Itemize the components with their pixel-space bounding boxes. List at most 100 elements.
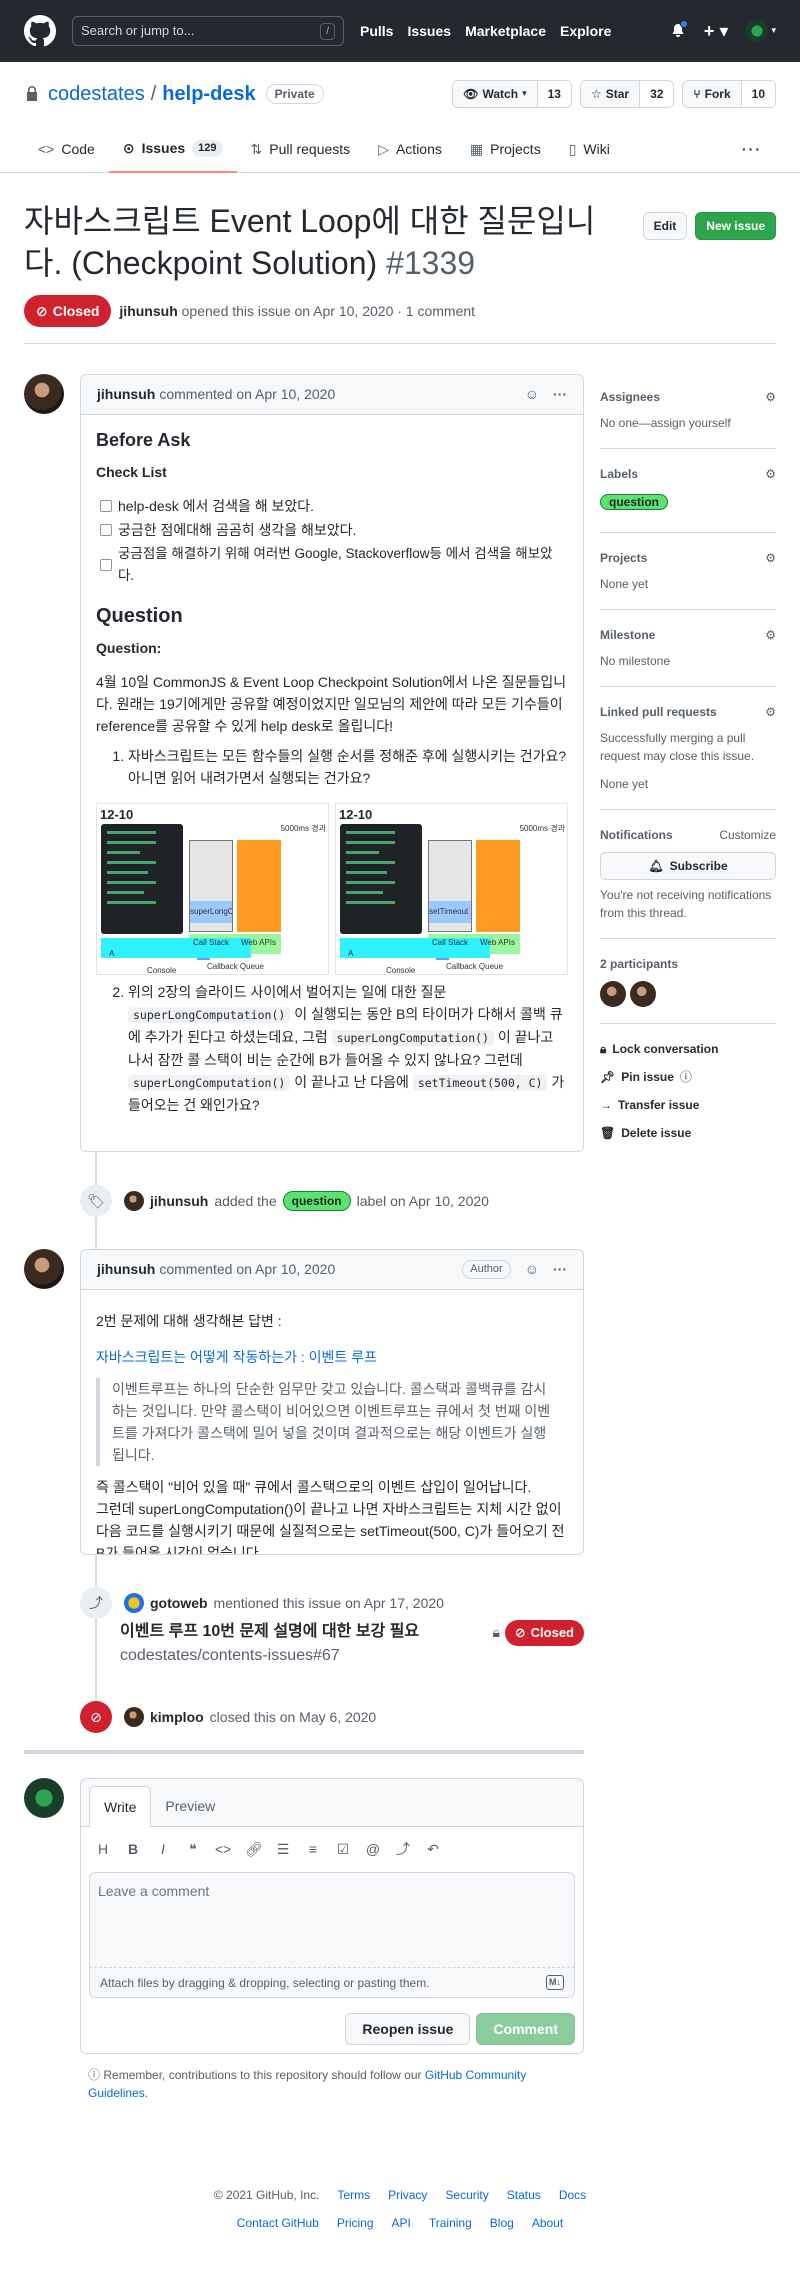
edit-button[interactable]: Edit — [642, 212, 688, 240]
tab-projects[interactable]: ▦ Projects — [456, 126, 555, 173]
heading-icon[interactable]: H — [95, 1839, 111, 1860]
star-button[interactable]: ☆ Star 32 — [579, 80, 675, 108]
fork-count[interactable]: 10 — [741, 81, 775, 107]
github-logo-icon[interactable] — [24, 15, 56, 47]
attach-files-bar[interactable]: Attach files by dragging & dropping, sel… — [89, 1968, 575, 1998]
linked-prs-heading[interactable]: Linked pull requests — [600, 703, 717, 721]
watch-button[interactable]: 👁 Watch ▾ 13 — [452, 80, 572, 108]
pin-issue-link[interactable]: 📌︎ Pin issue ⓘ — [600, 1068, 776, 1086]
projects-heading[interactable]: Projects — [600, 549, 647, 567]
task-list-icon[interactable]: ☑ — [335, 1839, 351, 1860]
assignees-heading[interactable]: Assignees — [600, 388, 660, 406]
gear-icon[interactable]: ⚙ — [765, 626, 776, 644]
code-icon[interactable]: <> — [215, 1839, 231, 1860]
task-text: 궁금한 점에대해 곰곰히 생각을 해보았다. — [118, 522, 357, 538]
event-actor[interactable]: gotoweb — [150, 1593, 208, 1614]
tab-preview[interactable]: Preview — [151, 1786, 229, 1826]
avatar[interactable] — [630, 981, 656, 1007]
gear-icon[interactable]: ⚙ — [765, 549, 776, 567]
smiley-icon[interactable]: ☺ — [525, 384, 539, 405]
footer-link-security[interactable]: Security — [445, 2186, 488, 2204]
link-icon[interactable]: 🔗︎ — [245, 1839, 263, 1860]
unordered-list-icon[interactable]: ☰ — [275, 1839, 291, 1860]
avatar[interactable] — [24, 374, 64, 414]
footer-link-terms[interactable]: Terms — [337, 2186, 370, 2204]
label-question-badge[interactable]: question — [600, 494, 668, 510]
bold-icon[interactable]: B — [125, 1839, 141, 1860]
comment-button[interactable]: Comment — [476, 2013, 575, 2045]
fork-button[interactable]: ⑂ Fork 10 — [682, 80, 776, 108]
footer-link-status[interactable]: Status — [507, 2186, 541, 2204]
nav-pulls[interactable]: Pulls — [360, 21, 393, 42]
tab-wiki[interactable]: ▯ Wiki — [555, 126, 624, 173]
tab-issues-label: Issues — [141, 140, 186, 156]
nav-marketplace[interactable]: Marketplace — [465, 21, 546, 42]
issue-author[interactable]: jihunsuh — [119, 303, 177, 319]
footer-link-docs[interactable]: Docs — [559, 2186, 586, 2204]
cross-reference-icon[interactable]: ⤴ — [395, 1839, 411, 1860]
gear-icon[interactable]: ⚙ — [765, 703, 776, 721]
comment-textarea[interactable]: Leave a comment — [89, 1872, 575, 1968]
create-new-icon[interactable]: + ▾ — [704, 18, 729, 45]
ordered-list-icon[interactable]: ≡ — [305, 1839, 321, 1860]
avatar[interactable] — [124, 1191, 144, 1211]
task-checkbox — [100, 524, 112, 536]
kebab-menu-icon[interactable]: ··· — [553, 1259, 567, 1280]
footer-link-blog[interactable]: Blog — [490, 2214, 514, 2232]
star-count[interactable]: 32 — [640, 81, 674, 107]
tab-code[interactable]: <> Code — [24, 126, 109, 173]
comment-author[interactable]: jihunsuh — [97, 1259, 155, 1280]
tab-write[interactable]: Write — [89, 1786, 152, 1827]
new-issue-button[interactable]: New issue — [695, 212, 776, 240]
tab-issues[interactable]: ⊙ Issues 129 — [108, 126, 237, 173]
referenced-issue[interactable]: 이벤트 루프 10번 문제 설명에 대한 보강 필요 codestates/co… — [120, 1620, 584, 1668]
avatar[interactable] — [124, 1707, 144, 1727]
play-icon: ▷ — [378, 141, 389, 157]
article-link[interactable]: 자바스크립트는 어떻게 작동하는가 : 이벤트 루프 — [96, 1349, 377, 1365]
footer-link-api[interactable]: API — [392, 2214, 411, 2232]
question-list-2: 위의 2장의 슬라이드 사이에서 벌어지는 일에 대한 질문 superLong… — [96, 981, 568, 1116]
reply-icon[interactable]: ↶ — [425, 1839, 441, 1860]
event-actor[interactable]: jihunsuh — [150, 1191, 208, 1212]
search-input[interactable]: Search or jump to... / — [72, 16, 344, 46]
footer-link-training[interactable]: Training — [429, 2214, 472, 2232]
nav-explore[interactable]: Explore — [560, 21, 611, 42]
label-question-badge[interactable]: question — [282, 1191, 351, 1211]
delete-issue-link[interactable]: 🗑︎ Delete issue — [600, 1124, 776, 1142]
comment-header: jihunsuh commented on Apr 10, 2020 ☺ ··· — [81, 375, 583, 415]
milestone-heading[interactable]: Milestone — [600, 626, 655, 644]
labels-heading[interactable]: Labels — [600, 465, 638, 483]
avatar[interactable] — [24, 1778, 64, 1818]
assignees-value[interactable]: No one—assign yourself — [600, 414, 776, 432]
repo-owner-link[interactable]: codestates — [48, 79, 145, 109]
tab-pull-requests[interactable]: ⇅ Pull requests — [237, 126, 365, 173]
nav-issues[interactable]: Issues — [407, 21, 451, 42]
footer-link-contact[interactable]: Contact GitHub — [237, 2214, 319, 2232]
avatar[interactable] — [124, 1593, 144, 1613]
comment-author[interactable]: jihunsuh — [97, 384, 155, 405]
user-avatar-icon[interactable]: ▾ — [746, 20, 776, 42]
repo-name-link[interactable]: help-desk — [162, 79, 255, 109]
footer-link-about[interactable]: About — [532, 2214, 563, 2232]
avatar[interactable] — [600, 981, 626, 1007]
tab-actions[interactable]: ▷ Actions — [364, 126, 456, 173]
avatar[interactable] — [24, 1249, 64, 1289]
customize-link[interactable]: Customize — [719, 826, 776, 844]
footer-link-pricing[interactable]: Pricing — [337, 2214, 374, 2232]
subscribe-button[interactable]: 🔔︎ Subscribe — [600, 852, 776, 880]
reopen-issue-button[interactable]: Reopen issue — [345, 2013, 471, 2045]
lock-conversation-link[interactable]: 🔒︎ Lock conversation — [600, 1040, 776, 1058]
event-actor[interactable]: kimploo — [150, 1707, 204, 1728]
watch-count[interactable]: 13 — [537, 81, 571, 107]
smiley-icon[interactable]: ☺ — [525, 1259, 539, 1280]
transfer-issue-link[interactable]: → Transfer issue — [600, 1096, 776, 1114]
bell-icon[interactable] — [670, 20, 688, 39]
quote-icon[interactable]: ❝ — [185, 1839, 201, 1860]
footer-link-privacy[interactable]: Privacy — [388, 2186, 427, 2204]
italic-icon[interactable]: I — [155, 1839, 171, 1860]
gear-icon[interactable]: ⚙ — [765, 465, 776, 483]
more-tabs-icon[interactable]: ··· — [728, 126, 776, 173]
gear-icon[interactable]: ⚙ — [765, 388, 776, 406]
mention-icon[interactable]: @ — [365, 1839, 381, 1860]
kebab-menu-icon[interactable]: ··· — [553, 384, 567, 405]
